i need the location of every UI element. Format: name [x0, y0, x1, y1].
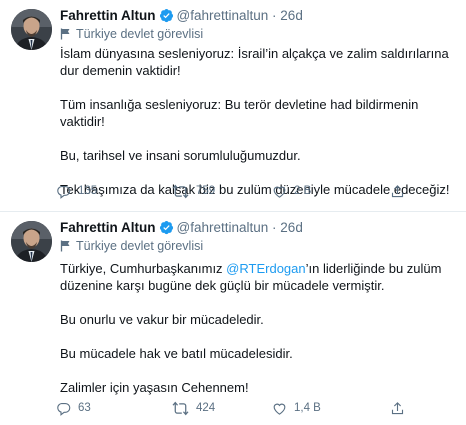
tweet[interactable]: Fahrettin Altun @fahrettinaltun · 26d Tür… [0, 0, 466, 212]
flag-icon [60, 27, 76, 41]
like-count: 1,4 B [294, 402, 321, 414]
tweet-paragraph: Bu, tarihsel ve insani sorumluluğumuzdur… [60, 148, 301, 163]
like-button[interactable]: 2 B [272, 181, 311, 201]
author-name[interactable]: Fahrettin Altun [60, 8, 156, 23]
tweet-text-segment: Türkiye, Cumhurbaşkanımız [60, 261, 227, 276]
separator-dot: · [272, 220, 277, 235]
author-handle[interactable]: @fahrettinaltun [177, 8, 269, 23]
avatar-photo [11, 221, 52, 262]
tweet-paragraph: Zalimler için yaşasın Cehennem! [60, 380, 249, 395]
like-icon [272, 184, 287, 199]
flag-icon [60, 239, 76, 253]
tweet-text: Türkiye, Cumhurbaşkanımız @RTErdogan’ın … [60, 260, 454, 396]
author-name[interactable]: Fahrettin Altun [60, 220, 156, 235]
verified-badge-icon [159, 220, 174, 238]
avatar-photo [11, 9, 52, 50]
retweet-button[interactable]: 424 [172, 398, 215, 418]
retweet-count: 424 [196, 402, 216, 414]
retweet-icon [172, 184, 189, 199]
tweet-header: Fahrettin Altun @fahrettinaltun · 26d [60, 8, 303, 26]
reply-count: 135 [78, 185, 98, 197]
reply-icon [56, 401, 71, 416]
tweet-actions: 135 759 2 B [56, 181, 416, 201]
retweet-count: 759 [196, 185, 216, 197]
mention-link[interactable]: @RTErdogan [226, 261, 305, 276]
like-button[interactable]: 1,4 B [272, 398, 321, 418]
account-label-text: Türkiye devlet görevlisi [76, 27, 204, 41]
avatar[interactable] [11, 221, 52, 262]
account-label: Türkiye devlet görevlisi [60, 239, 203, 253]
tweet-header: Fahrettin Altun @fahrettinaltun · 26d [60, 220, 303, 238]
tweet-paragraph: İslam dünyasına sesleniyoruz: İsrail’in … [60, 46, 449, 78]
reply-icon [56, 184, 71, 199]
verified-badge-icon [159, 8, 174, 26]
tweet-actions: 63 424 1,4 B [56, 398, 416, 418]
separator-dot: · [272, 8, 277, 23]
tweet-paragraph: Bu onurlu ve vakur bir mücadeledir. [60, 312, 264, 327]
retweet-icon [172, 401, 189, 416]
retweet-button[interactable]: 759 [172, 181, 215, 201]
account-label-text: Türkiye devlet görevlisi [76, 239, 204, 253]
tweet-timestamp[interactable]: 26d [280, 220, 303, 235]
reply-count: 63 [78, 402, 91, 414]
tweet-paragraph: Türkiye, Cumhurbaşkanımız @RTErdogan’ın … [60, 260, 454, 294]
tweet-text: İslam dünyasına sesleniyoruz: İsrail’in … [60, 45, 454, 198]
account-label: Türkiye devlet görevlisi [60, 27, 203, 41]
tweet-paragraph: Tüm insanlığa sesleniyoruz: Bu terör dev… [60, 97, 419, 129]
avatar[interactable] [11, 9, 52, 50]
tweet-paragraph: Bu mücadele hak ve batıl mücadelesidir. [60, 346, 293, 361]
tweet[interactable]: Fahrettin Altun @fahrettinaltun · 26d Tür… [0, 212, 466, 425]
tweet-timestamp[interactable]: 26d [280, 8, 303, 23]
reply-button[interactable]: 135 [56, 181, 97, 201]
share-icon [390, 184, 405, 199]
like-count: 2 B [294, 185, 312, 197]
like-icon [272, 401, 287, 416]
share-icon [390, 401, 405, 416]
author-handle[interactable]: @fahrettinaltun [177, 220, 269, 235]
share-button[interactable] [390, 398, 405, 418]
share-button[interactable] [390, 181, 405, 201]
reply-button[interactable]: 63 [56, 398, 91, 418]
